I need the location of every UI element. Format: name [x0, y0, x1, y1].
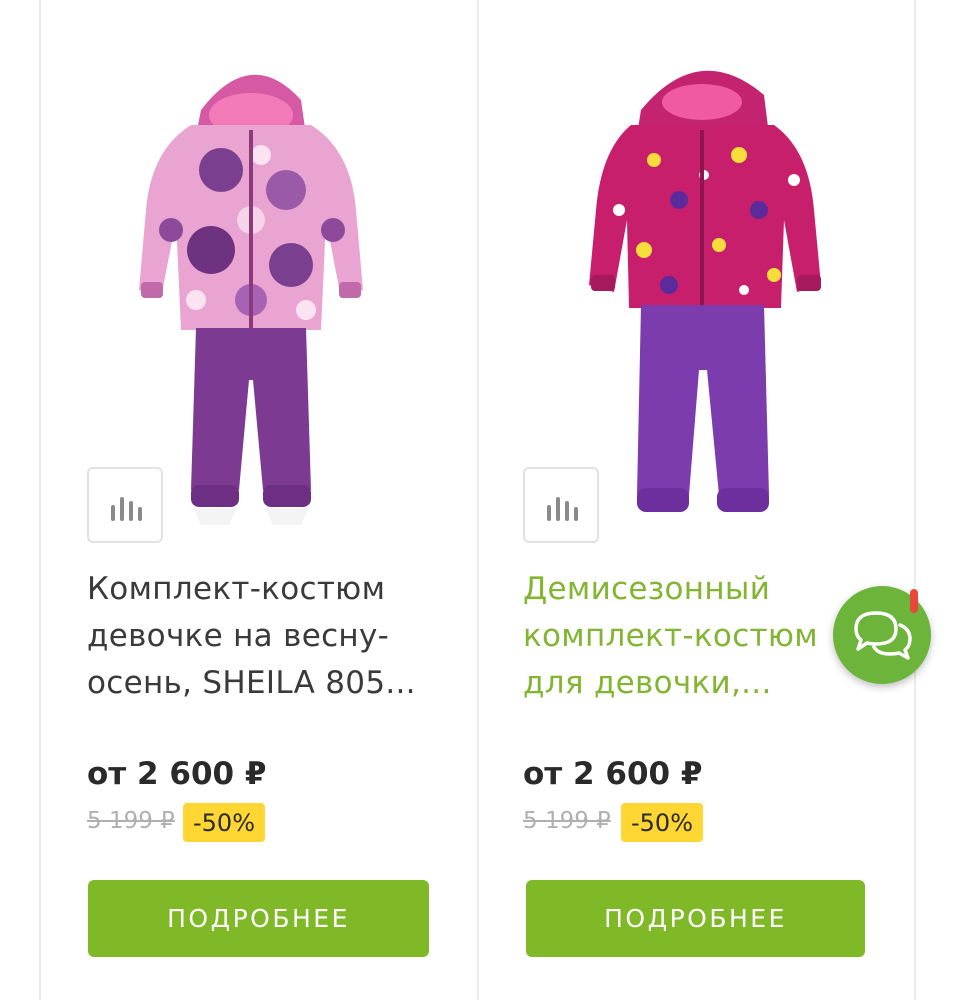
product-image[interactable]: [559, 40, 859, 540]
product-card: Комплект-костюм девочке на весну-осень, …: [39, 0, 479, 1000]
product-title-link[interactable]: Комплект-костюм девочке на весну-осень, …: [87, 566, 427, 707]
price-old: 5 199 ₽: [87, 808, 175, 834]
discount-badge: -50%: [183, 803, 266, 842]
kids-suit-flower-print-image: [139, 74, 363, 525]
details-button[interactable]: ПОДРОБНЕЕ: [526, 880, 865, 957]
price-current: от 2 600 ₽: [87, 756, 267, 792]
compare-button[interactable]: [523, 467, 599, 543]
product-card: Демисезонный комплект-костюм для девочки…: [477, 0, 916, 1000]
notification-badge: [910, 589, 918, 613]
discount-badge: -50%: [621, 803, 704, 842]
details-button[interactable]: ПОДРОБНЕЕ: [88, 880, 429, 957]
bar-chart-icon: [111, 497, 142, 521]
price-current: от 2 600 ₽: [523, 756, 703, 792]
chat-bubbles-icon: [854, 611, 912, 660]
kids-suit-cat-print-image: [589, 70, 821, 512]
product-image[interactable]: [101, 40, 401, 540]
price-old: 5 199 ₽: [523, 808, 611, 834]
bar-chart-icon: [547, 497, 578, 521]
compare-button[interactable]: [87, 467, 163, 543]
product-grid-page: Комплект-костюм девочке на весну-осень, …: [0, 0, 956, 1000]
product-title-link[interactable]: Демисезонный комплект-костюм для девочки…: [523, 566, 863, 707]
